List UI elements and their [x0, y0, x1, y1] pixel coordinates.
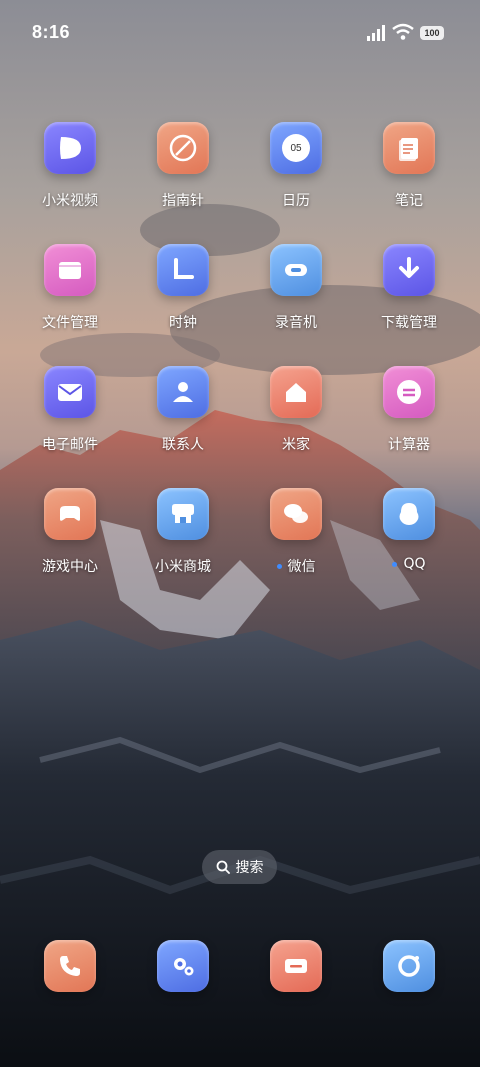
- app-label: 小米视频: [42, 193, 98, 209]
- qq-icon: [383, 488, 435, 540]
- messages-icon: [270, 940, 322, 992]
- wechat-icon: [270, 488, 322, 540]
- calculator-icon: [383, 366, 435, 418]
- app-label: 小米商城: [155, 559, 211, 575]
- app-email[interactable]: 电子邮件: [14, 366, 126, 454]
- new-install-dot: [276, 563, 282, 569]
- status-bar: 8:16 100: [0, 0, 480, 68]
- phone-icon: [44, 940, 96, 992]
- calendar-date: 05: [282, 134, 310, 162]
- app-downloads[interactable]: 下载管理: [353, 244, 465, 332]
- signal-icon: [367, 25, 385, 41]
- app-game-center[interactable]: 游戏中心: [14, 488, 126, 576]
- download-icon: [383, 244, 435, 296]
- app-qq[interactable]: QQ: [353, 488, 465, 572]
- store-icon: [157, 488, 209, 540]
- gamepad-icon: [44, 488, 96, 540]
- app-label: QQ: [353, 556, 465, 572]
- app-label: 微信: [240, 556, 352, 576]
- notes-icon: [383, 122, 435, 174]
- calendar-icon: 05: [270, 122, 322, 174]
- settings-icon: [157, 940, 209, 992]
- app-label: 游戏中心: [42, 559, 98, 575]
- camera-icon: [383, 940, 435, 992]
- battery-icon: 100: [420, 26, 444, 40]
- contacts-icon: [157, 366, 209, 418]
- app-label: 联系人: [162, 437, 204, 453]
- dock-phone[interactable]: [14, 940, 126, 992]
- app-contacts[interactable]: 联系人: [127, 366, 239, 454]
- dock-messages[interactable]: [240, 940, 352, 992]
- app-label: 电子邮件: [42, 437, 98, 453]
- app-mi-home[interactable]: 米家: [240, 366, 352, 454]
- recorder-icon: [270, 244, 322, 296]
- wifi-icon: [392, 23, 414, 40]
- app-calculator[interactable]: 计算器: [353, 366, 465, 454]
- dock-camera[interactable]: [353, 940, 465, 992]
- app-notes[interactable]: 笔记: [353, 122, 465, 210]
- app-label: 下载管理: [381, 315, 437, 331]
- app-label: 时钟: [169, 315, 197, 331]
- folder-icon: [44, 244, 96, 296]
- app-wechat[interactable]: 微信: [240, 488, 352, 576]
- search-button[interactable]: 搜索: [202, 850, 277, 884]
- app-recorder[interactable]: 录音机: [240, 244, 352, 332]
- app-calendar[interactable]: 05 日历: [240, 122, 352, 210]
- app-label: 笔记: [395, 193, 423, 209]
- app-label: 计算器: [388, 437, 430, 453]
- clock-icon: [157, 244, 209, 296]
- app-label: 文件管理: [42, 315, 98, 331]
- new-install-dot: [392, 561, 398, 567]
- video-play-icon: [44, 122, 96, 174]
- app-label: 日历: [282, 193, 310, 209]
- home-icon: [270, 366, 322, 418]
- dock-settings[interactable]: [127, 940, 239, 992]
- app-label: 米家: [282, 437, 310, 453]
- mail-icon: [44, 366, 96, 418]
- search-icon: [216, 860, 230, 874]
- clock-time: 8:16: [32, 22, 71, 42]
- app-label: 录音机: [275, 315, 317, 331]
- app-mi-store[interactable]: 小米商城: [127, 488, 239, 576]
- compass-icon: [157, 122, 209, 174]
- app-file-manager[interactable]: 文件管理: [14, 244, 126, 332]
- app-mi-video[interactable]: 小米视频: [14, 122, 126, 210]
- dock: [0, 940, 480, 994]
- app-compass[interactable]: 指南针: [127, 122, 239, 210]
- app-label: 指南针: [162, 193, 204, 209]
- search-label: 搜索: [235, 860, 264, 876]
- app-clock[interactable]: 时钟: [127, 244, 239, 332]
